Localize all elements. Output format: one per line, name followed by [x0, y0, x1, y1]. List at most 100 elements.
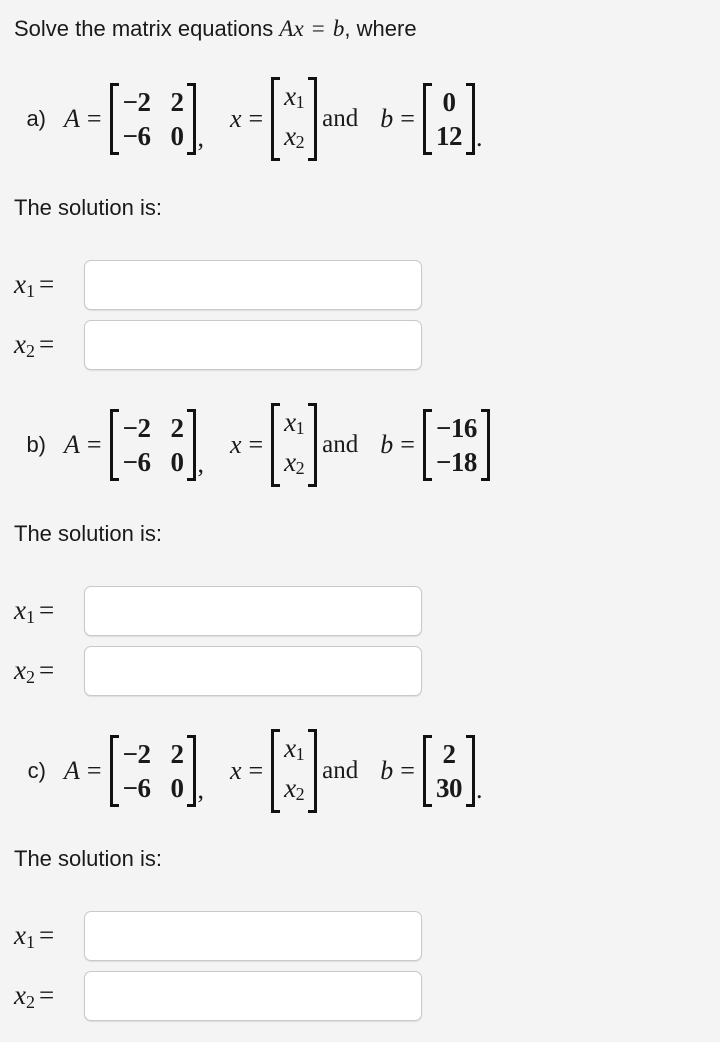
part-label-b: b) — [26, 432, 46, 457]
matrix-A-a-grid: −2 2 −6 0 — [119, 83, 188, 155]
matrix-cell: −6 — [122, 447, 151, 477]
answer-label-equals: = — [38, 594, 55, 625]
prompt-symbol-x: x — [293, 16, 304, 41]
vector-symbol-b-b: b — [380, 430, 394, 459]
answer-label-sub: 2 — [25, 340, 35, 361]
vector-b-b: −16 −18 — [422, 409, 491, 481]
answer-input-b-x1[interactable] — [84, 586, 422, 636]
vector-cell-var: x — [284, 773, 296, 803]
matrix-A-b: −2 2 −6 0 — [109, 409, 198, 481]
matrix-A-c-grid: −2 2 −6 0 — [119, 735, 188, 807]
answer-label-var: x — [14, 328, 26, 359]
comma-c: , — [197, 775, 204, 804]
vector-cell: x2 — [284, 771, 304, 811]
vector-b-c: 2 30 — [422, 735, 476, 807]
bracket-left-icon — [271, 77, 281, 161]
answer-label-var: x — [14, 268, 26, 299]
bracket-right-icon — [465, 83, 475, 155]
vector-x-c: x1 x2 — [270, 729, 318, 813]
matrix-cell: −2 — [122, 413, 151, 443]
vector-symbol-b-c: b — [380, 756, 394, 785]
vector-x-a-grid: x1 x2 — [280, 77, 308, 161]
conjunction-and-b: and — [322, 431, 359, 458]
vector-x-b: x1 x2 — [270, 403, 318, 487]
vector-x-c-grid: x1 x2 — [280, 729, 308, 813]
bracket-right-icon — [187, 409, 197, 481]
answer-row-b-x1: x1 = — [0, 585, 720, 637]
vector-cell: x1 — [284, 79, 304, 119]
vector-cell-var: x — [284, 447, 296, 477]
equals-sign-A-c: = — [86, 756, 102, 785]
solution-label-b: The solution is: — [14, 521, 162, 546]
vector-cell: −18 — [435, 447, 477, 477]
matrix-cell: 0 — [170, 773, 184, 803]
matrix-cell: −2 — [122, 739, 151, 769]
answer-label-a-x1: x1 = — [0, 269, 84, 302]
answer-label-a-x2: x2 = — [0, 329, 84, 362]
vector-symbol-x-c: x — [229, 756, 242, 785]
prompt-symbol-b: b — [332, 16, 345, 41]
answer-row-a-x1: x1 = — [0, 259, 720, 311]
prompt-lead-text: Solve the matrix equations — [14, 16, 274, 41]
vector-cell: 30 — [435, 773, 463, 803]
bracket-right-icon — [308, 403, 318, 487]
equals-sign-A-b: = — [86, 430, 102, 459]
answer-label-var: x — [14, 654, 26, 685]
bracket-right-icon — [480, 409, 490, 481]
bracket-right-icon — [308, 729, 318, 813]
vector-cell-sub: 2 — [295, 784, 305, 804]
bracket-right-icon — [187, 735, 197, 807]
answer-label-b-x2: x2 = — [0, 655, 84, 688]
matrix-cell: 2 — [170, 87, 184, 117]
equals-sign-x-a: = — [248, 104, 264, 133]
answer-input-b-x2[interactable] — [84, 646, 422, 696]
answer-input-a-x1[interactable] — [84, 260, 422, 310]
answer-label-equals: = — [38, 268, 55, 299]
matrix-cell: 2 — [170, 739, 184, 769]
equation-row-a: a) A = −2 2 −6 0 , x = x1 x2 and b = 0 1… — [0, 77, 720, 161]
vector-cell: x1 — [284, 731, 304, 771]
answer-input-c-x2[interactable] — [84, 971, 422, 1021]
bracket-left-icon — [422, 409, 432, 481]
matrix-cell: 0 — [170, 447, 184, 477]
answer-label-var: x — [14, 594, 26, 625]
equation-row-b: b) A = −2 2 −6 0 , x = x1 x2 and b = −16… — [0, 403, 720, 487]
equals-sign-b-c: = — [400, 756, 415, 785]
equation-row-c: c) A = −2 2 −6 0 , x = x1 x2 and b = 2 3… — [0, 729, 720, 813]
vector-cell-var: x — [284, 407, 296, 437]
vector-symbol-b-a: b — [380, 104, 394, 133]
vector-b-c-grid: 2 30 — [432, 735, 466, 807]
bracket-right-icon — [187, 83, 197, 155]
vector-cell-var: x — [284, 81, 296, 111]
vector-cell: x2 — [284, 445, 304, 485]
bracket-left-icon — [109, 409, 119, 481]
equals-sign-b-a: = — [400, 104, 415, 133]
answer-label-sub: 2 — [25, 991, 35, 1012]
bracket-left-icon — [109, 735, 119, 807]
vector-cell-sub: 2 — [295, 458, 305, 478]
answer-input-a-x2[interactable] — [84, 320, 422, 370]
conjunction-and-c: and — [322, 757, 359, 784]
answer-row-b-x2: x2 = — [0, 645, 720, 697]
answer-label-sub: 2 — [25, 666, 35, 687]
matrix-symbol-A-c: A — [64, 756, 80, 785]
bracket-left-icon — [422, 735, 432, 807]
prompt-equals-sign: = — [311, 16, 325, 41]
vector-symbol-x-b: x — [229, 430, 242, 459]
matrix-A-b-grid: −2 2 −6 0 — [119, 409, 188, 481]
answer-input-c-x1[interactable] — [84, 911, 422, 961]
matrix-A-c: −2 2 −6 0 — [109, 735, 198, 807]
prompt-trail-text: , where — [344, 16, 417, 41]
matrix-symbol-A-b: A — [64, 430, 80, 459]
answer-label-b-x1: x1 = — [0, 595, 84, 628]
conjunction-and-a: and — [322, 105, 359, 132]
answer-label-c-x2: x2 = — [0, 980, 84, 1013]
part-label-c: c) — [27, 758, 46, 783]
answer-label-c-x1: x1 = — [0, 920, 84, 953]
vector-cell: −16 — [435, 413, 477, 443]
matrix-cell: 2 — [170, 413, 184, 443]
answer-label-equals: = — [38, 919, 55, 950]
matrix-cell: −6 — [122, 121, 151, 151]
period-a: . — [475, 123, 483, 152]
bracket-left-icon — [271, 729, 281, 813]
